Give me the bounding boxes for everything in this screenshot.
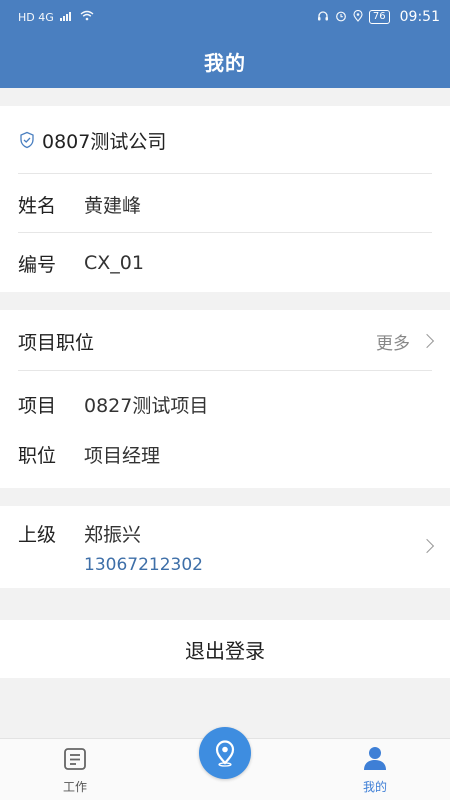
shield-check-icon xyxy=(18,131,36,149)
superior-name: 郑振兴 xyxy=(84,523,142,546)
map-pin-icon xyxy=(215,740,235,767)
position-row: 职位 项目经理 xyxy=(18,437,432,471)
superior-phone[interactable]: 13067212302 xyxy=(84,555,203,575)
divider xyxy=(18,232,432,233)
name-value: 黄建峰 xyxy=(84,194,142,217)
chevron-right-icon xyxy=(419,538,435,554)
divider xyxy=(18,370,432,371)
signal-icon xyxy=(59,11,74,24)
project-value: 0827测试项目 xyxy=(84,394,209,417)
document-icon xyxy=(63,747,87,774)
network-indicator: HD 4G xyxy=(18,10,54,24)
clock: 09:51 xyxy=(399,9,440,25)
alarm-icon xyxy=(335,10,347,25)
position-value: 项目经理 xyxy=(84,444,161,467)
headset-icon xyxy=(317,10,329,25)
page-title: 我的 xyxy=(204,50,246,75)
superior-card[interactable]: 上级 郑振兴 13067212302 xyxy=(0,506,450,588)
tab-work-label: 工作 xyxy=(62,780,87,794)
superior-detail-arrow[interactable] xyxy=(410,533,435,559)
id-row: 编号 CX_01 xyxy=(18,246,432,280)
superior-phone-row: 13067212302 xyxy=(18,552,432,578)
battery-indicator: 76 xyxy=(368,10,390,24)
id-label: 编号 xyxy=(18,253,57,276)
logout-button[interactable]: 退出登录 xyxy=(0,620,450,678)
id-value: CX_01 xyxy=(84,252,144,274)
more-label: 更多 xyxy=(376,333,410,354)
logout-label: 退出登录 xyxy=(185,638,265,663)
bottom-tab-bar: 工作 我的 xyxy=(0,727,450,800)
project-row: 项目 0827测试项目 xyxy=(18,387,432,421)
superior-row: 上级 郑振兴 xyxy=(18,518,432,548)
chevron-right-icon xyxy=(419,333,435,349)
wifi-icon xyxy=(80,10,94,24)
more-button[interactable]: 更多 xyxy=(376,324,435,358)
project-label: 项目 xyxy=(18,394,57,417)
project-position-header[interactable]: 项目职位 xyxy=(18,324,432,358)
superior-label: 上级 xyxy=(18,523,57,546)
user-icon xyxy=(362,745,388,774)
location-button[interactable] xyxy=(199,727,251,779)
project-position-title: 项目职位 xyxy=(18,331,95,354)
status-left: HD 4G xyxy=(18,10,94,24)
company-row: 0807测试公司 xyxy=(18,124,432,156)
tab-mine[interactable]: 我的 xyxy=(320,739,430,800)
name-label: 姓名 xyxy=(18,194,57,217)
status-bar: HD 4G 76 09:51 xyxy=(0,0,450,34)
header-bar: 我的 xyxy=(0,34,450,88)
tab-work[interactable]: 工作 xyxy=(20,739,130,800)
position-label: 职位 xyxy=(18,444,57,467)
location-icon xyxy=(353,9,363,25)
company-name: 0807测试公司 xyxy=(42,130,167,153)
name-row: 姓名 黄建峰 xyxy=(18,187,432,221)
profile-card: 0807测试公司 姓名 黄建峰 编号 CX_01 xyxy=(0,106,450,292)
status-right: 76 09:51 xyxy=(317,9,440,25)
tab-mine-label: 我的 xyxy=(362,780,387,794)
divider xyxy=(18,173,432,174)
project-card: 项目职位 更多 项目 0827测试项目 职位 项目经理 xyxy=(0,310,450,488)
